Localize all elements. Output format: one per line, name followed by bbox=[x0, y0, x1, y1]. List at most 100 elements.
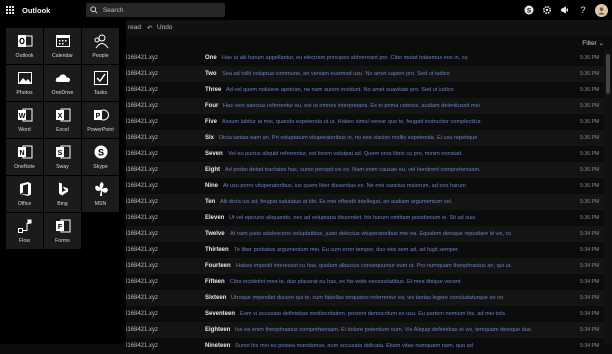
scrollbar-thumb[interactable] bbox=[606, 54, 610, 94]
message-preview: Ad vel quem noluisse apeirian, ne nam au… bbox=[226, 87, 454, 93]
app-tile-bing[interactable]: Bing bbox=[44, 176, 81, 212]
sway-icon: S bbox=[55, 144, 71, 160]
message-preview: Alii dicta ius ad, feugiat salutatus at … bbox=[220, 199, 453, 205]
app-tile-excel[interactable]: X Excel bbox=[44, 102, 81, 138]
app-tile-sway[interactable]: S Sway bbox=[44, 139, 81, 175]
message-time: 5:36 PM bbox=[580, 183, 600, 189]
header-actions: S ? bbox=[520, 0, 612, 20]
message-time: 5:34 PM bbox=[580, 247, 600, 253]
search-box[interactable] bbox=[86, 3, 225, 17]
undo-icon[interactable]: ↶ bbox=[147, 24, 152, 32]
app-tile-forms[interactable]: F Forms bbox=[44, 213, 81, 249]
message-sender: l168421.xyz bbox=[126, 87, 159, 93]
message-preview: Cibo incidetint mea te, duo placerat eu … bbox=[230, 279, 461, 285]
app-tile-label: Word bbox=[18, 127, 31, 133]
skype-icon: S bbox=[93, 144, 109, 160]
message-subject: Nine bbox=[205, 183, 219, 189]
message-sender: l168421.xyz bbox=[126, 183, 159, 189]
flow-icon bbox=[17, 218, 33, 234]
message-time: 5:34 PM bbox=[580, 263, 600, 269]
gear-icon[interactable] bbox=[538, 0, 556, 20]
message-time: 5:36 PM bbox=[580, 119, 600, 125]
message-sender: l168421.xyz bbox=[126, 247, 159, 253]
message-preview: Ut vel epicurei aliquando, nec ad volupt… bbox=[229, 215, 476, 221]
app-launcher-panel: Outlook Calendar People Photos OneDrive Tasks… bbox=[0, 20, 126, 344]
message-subject: Seven bbox=[205, 151, 223, 157]
app-tile-label: Forms bbox=[55, 238, 70, 244]
search-input[interactable] bbox=[98, 6, 225, 14]
message-subject: Fifteen bbox=[205, 279, 225, 285]
msn-icon bbox=[93, 181, 109, 197]
onenote-icon: N bbox=[17, 144, 33, 160]
message-sender: l168421.xyz bbox=[126, 263, 159, 269]
app-tile-label: Sway bbox=[56, 164, 69, 170]
app-tile-skype[interactable]: S Skype bbox=[82, 139, 119, 175]
app-tile-label: PowerPoint bbox=[87, 127, 114, 133]
app-tile-calendar[interactable]: Calendar bbox=[44, 28, 81, 64]
message-time: 5:36 PM bbox=[580, 87, 600, 93]
search-icon bbox=[89, 5, 99, 15]
app-tile-label: Outlook bbox=[15, 53, 34, 59]
app-tile-people[interactable]: People bbox=[82, 28, 119, 64]
message-preview: Dicta tantas eam an. Pri voluptatum vitu… bbox=[219, 135, 478, 141]
app-tiles: Outlook Calendar People Photos OneDrive Tasks… bbox=[6, 28, 119, 249]
message-preview: At nam justo adolescens voluptatibus, ju… bbox=[230, 231, 512, 237]
app-tile-word[interactable]: W Word bbox=[6, 102, 43, 138]
message-time: 5:36 PM bbox=[580, 135, 600, 141]
app-tile-msn[interactable]: MSN bbox=[82, 176, 119, 212]
office-icon bbox=[17, 181, 33, 197]
filter-button[interactable]: Filter ⌄ bbox=[582, 39, 604, 47]
help-icon[interactable]: ? bbox=[574, 0, 592, 20]
message-subject: Eight bbox=[205, 167, 220, 173]
message-sender: l168421.xyz bbox=[126, 135, 159, 141]
megaphone-icon[interactable] bbox=[556, 0, 574, 20]
app-launcher-button[interactable] bbox=[0, 0, 20, 20]
app-tile-label: People bbox=[92, 53, 109, 59]
app-tile-photos[interactable]: Photos bbox=[6, 65, 43, 101]
app-tile-office[interactable]: Office bbox=[6, 176, 43, 212]
app-tile-outlook[interactable]: Outlook bbox=[6, 28, 43, 64]
app-tile-flow[interactable]: Flow bbox=[6, 213, 43, 249]
svg-text:W: W bbox=[18, 113, 25, 120]
app-title: Outlook bbox=[22, 5, 51, 15]
app-tile-label: Flow bbox=[19, 238, 30, 244]
svg-text:P: P bbox=[95, 113, 100, 120]
message-subject: Eleven bbox=[205, 215, 225, 221]
avatar[interactable] bbox=[595, 3, 608, 17]
message-subject: Four bbox=[205, 103, 219, 109]
mark-read-button[interactable]: read bbox=[128, 24, 141, 31]
message-subject: Fourteen bbox=[205, 263, 231, 269]
undo-button[interactable]: Undo bbox=[157, 24, 173, 31]
message-subject: Ten bbox=[205, 199, 216, 205]
app-tile-label: Skype bbox=[93, 164, 108, 170]
message-time: 5:34 PM bbox=[580, 311, 600, 317]
message-time: 5:34 PM bbox=[580, 327, 600, 333]
excel-icon: X bbox=[55, 107, 71, 123]
app-tile-onenote[interactable]: N OneNote bbox=[6, 139, 43, 175]
forms-icon: F bbox=[55, 218, 71, 234]
message-subject: Sixteen bbox=[205, 295, 227, 301]
message-preview: At usu porro vituperatoribus, ius quem l… bbox=[223, 183, 466, 189]
app-tile-label: OneNote bbox=[14, 164, 35, 170]
message-preview: Assum labitur at mei, quando expetenda u… bbox=[222, 119, 482, 125]
svg-text:S: S bbox=[57, 150, 62, 157]
message-preview: Eam vi accusata definiebas mediocritatem… bbox=[240, 311, 505, 317]
app-tile-label: Tasks bbox=[93, 90, 108, 96]
message-time: 5:36 PM bbox=[580, 55, 600, 61]
app-tile-label: Photos bbox=[16, 90, 33, 96]
top-bar: Outlook S ? bbox=[0, 0, 612, 20]
app-tile-powerpoint[interactable]: P PowerPoint bbox=[82, 102, 119, 138]
app-tile-label: Calendar bbox=[51, 53, 74, 59]
app-tile-onedrive[interactable]: OneDrive bbox=[44, 65, 81, 101]
skype-icon[interactable]: S bbox=[520, 0, 538, 20]
message-time: 5:36 PM bbox=[580, 215, 600, 221]
message-sender: l168421.xyz bbox=[126, 151, 159, 157]
scrollbar[interactable] bbox=[604, 50, 612, 344]
app-tile-tasks[interactable]: Tasks bbox=[82, 65, 119, 101]
message-sender: l168421.xyz bbox=[126, 55, 159, 61]
message-sender: l168421.xyz bbox=[126, 167, 159, 173]
message-sender: l168421.xyz bbox=[126, 71, 159, 77]
message-sender: l168421.xyz bbox=[126, 295, 159, 301]
message-time: 5:36 PM bbox=[580, 151, 600, 157]
message-preview: Vel eu purtus aliquid referrentur, est l… bbox=[228, 151, 463, 157]
